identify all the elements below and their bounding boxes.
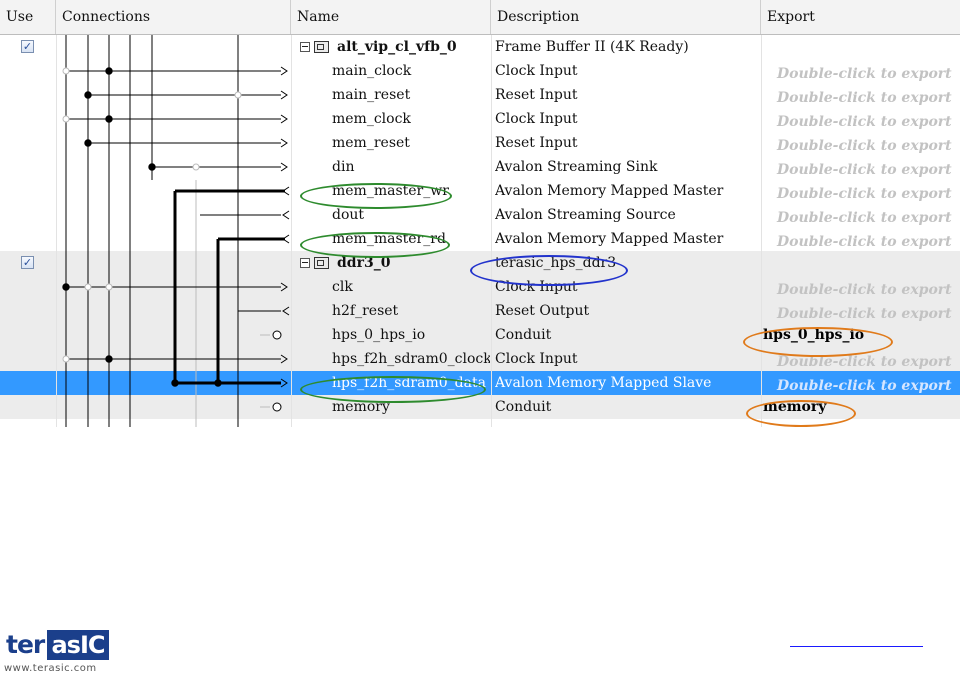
name-cell[interactable]: main_clock: [332, 59, 490, 83]
collapse-icon[interactable]: [300, 258, 310, 268]
hyperlink-underline[interactable]: [790, 646, 923, 647]
export-cell[interactable]: memory: [763, 395, 958, 419]
port-arrow[interactable]: [280, 138, 288, 148]
connection-dot[interactable]: [105, 355, 113, 363]
name-cell[interactable]: alt_vip_cl_vfb_0: [300, 35, 490, 59]
name-cell[interactable]: mem_master_rd: [332, 227, 490, 251]
interface-name: main_clock: [332, 63, 412, 79]
port-arrow[interactable]: [280, 114, 288, 124]
connection-dot[interactable]: [84, 283, 92, 291]
name-cell[interactable]: mem_clock: [332, 107, 490, 131]
description-cell: Conduit: [495, 327, 552, 343]
description-cell: Reset Input: [495, 135, 578, 151]
interface-name: hps_f2h_sdram0_data: [332, 375, 486, 391]
name-cell[interactable]: clk: [332, 275, 490, 299]
port-arrow[interactable]: [280, 378, 288, 388]
component-icon: [314, 257, 329, 269]
export-cell[interactable]: hps_0_hps_io: [763, 323, 958, 347]
component-icon: [314, 41, 329, 53]
logo-asic-text: asIC: [47, 630, 109, 660]
logo-url: www.terasic.com: [4, 663, 97, 674]
name-cell[interactable]: hps_f2h_sdram0_data: [332, 371, 490, 395]
description-cell: Reset Output: [495, 303, 590, 319]
connection-dot[interactable]: [234, 91, 242, 99]
description-cell: Conduit: [495, 399, 552, 415]
export-cell[interactable]: [763, 35, 958, 59]
name-cell[interactable]: mem_reset: [332, 131, 490, 155]
port-arrow[interactable]: [282, 210, 290, 220]
connection-dot[interactable]: [148, 163, 156, 171]
interface-name: hps_0_hps_io: [332, 327, 426, 343]
interface-name: memory: [332, 399, 390, 415]
port-arrow[interactable]: [282, 234, 290, 244]
connection-dot[interactable]: [105, 115, 113, 123]
component-name: ddr3_0: [337, 255, 391, 271]
name-cell[interactable]: memory: [332, 395, 490, 419]
description-cell: Clock Input: [495, 63, 578, 79]
interface-name: mem_master_wr: [332, 183, 449, 199]
description-cell: Avalon Memory Mapped Slave: [495, 375, 712, 391]
port-arrow[interactable]: [280, 66, 288, 76]
conduit-port-icon[interactable]: [272, 402, 282, 412]
interface-name: mem_clock: [332, 111, 411, 127]
header-name[interactable]: Name: [291, 0, 491, 34]
description-cell: Clock Input: [495, 351, 578, 367]
name-cell[interactable]: main_reset: [332, 83, 490, 107]
description-cell: Frame Buffer II (4K Ready): [495, 39, 689, 55]
connection-dot[interactable]: [62, 283, 70, 291]
interface-name: clk: [332, 279, 353, 295]
component-name: alt_vip_cl_vfb_0: [337, 39, 457, 55]
name-cell[interactable]: ddr3_0: [300, 251, 490, 275]
port-arrow[interactable]: [282, 186, 290, 196]
header-use[interactable]: Use: [0, 0, 56, 34]
name-cell[interactable]: din: [332, 155, 490, 179]
name-cell[interactable]: mem_master_wr: [332, 179, 490, 203]
header-description[interactable]: Description: [491, 0, 761, 34]
interface-name: mem_master_rd: [332, 231, 446, 247]
terasic-logo: ter asIC www.terasic.com: [4, 627, 110, 678]
interface-name: h2f_reset: [332, 303, 399, 319]
connection-dot[interactable]: [84, 91, 92, 99]
logo-ter-text: ter: [6, 630, 45, 659]
connection-dot[interactable]: [62, 115, 70, 123]
table-header: Use Connections Name Description Export: [0, 0, 960, 35]
port-arrow[interactable]: [280, 354, 288, 364]
interface-name: main_reset: [332, 87, 411, 103]
port-arrow[interactable]: [280, 282, 288, 292]
bus-junction-dot[interactable]: [214, 379, 222, 387]
header-export[interactable]: Export: [761, 0, 960, 34]
name-cell[interactable]: hps_0_hps_io: [332, 323, 490, 347]
interface-name: din: [332, 159, 355, 175]
interface-name: mem_reset: [332, 135, 410, 151]
description-cell: Avalon Memory Mapped Master: [495, 183, 724, 199]
export-cell[interactable]: [763, 251, 958, 275]
conduit-port-icon[interactable]: [272, 330, 282, 340]
port-arrow[interactable]: [280, 90, 288, 100]
interface-name: hps_f2h_sdram0_clock: [332, 351, 490, 367]
description-cell: Avalon Memory Mapped Master: [495, 231, 724, 247]
name-cell[interactable]: hps_f2h_sdram0_clock: [332, 347, 490, 371]
component-table: Use Connections Name Description Export …: [0, 0, 960, 427]
description-cell: Avalon Streaming Sink: [495, 159, 658, 175]
description-cell: Avalon Streaming Source: [495, 207, 676, 223]
description-cell: Clock Input: [495, 279, 578, 295]
collapse-icon[interactable]: [300, 42, 310, 52]
connection-dot[interactable]: [84, 139, 92, 147]
connection-dot[interactable]: [62, 67, 70, 75]
bus-junction-dot[interactable]: [171, 379, 179, 387]
port-arrow[interactable]: [280, 162, 288, 172]
interface-name: dout: [332, 207, 365, 223]
description-cell: terasic_hps_ddr3: [495, 255, 617, 271]
name-cell[interactable]: h2f_reset: [332, 299, 490, 323]
connections-graph[interactable]: [0, 35, 291, 427]
description-cell: Clock Input: [495, 111, 578, 127]
header-connections[interactable]: Connections: [56, 0, 291, 34]
connection-dot[interactable]: [62, 355, 70, 363]
connection-dot[interactable]: [192, 163, 200, 171]
connection-dot[interactable]: [105, 67, 113, 75]
port-arrow[interactable]: [282, 306, 290, 316]
connection-dot[interactable]: [105, 283, 113, 291]
name-cell[interactable]: dout: [332, 203, 490, 227]
description-cell: Reset Input: [495, 87, 578, 103]
